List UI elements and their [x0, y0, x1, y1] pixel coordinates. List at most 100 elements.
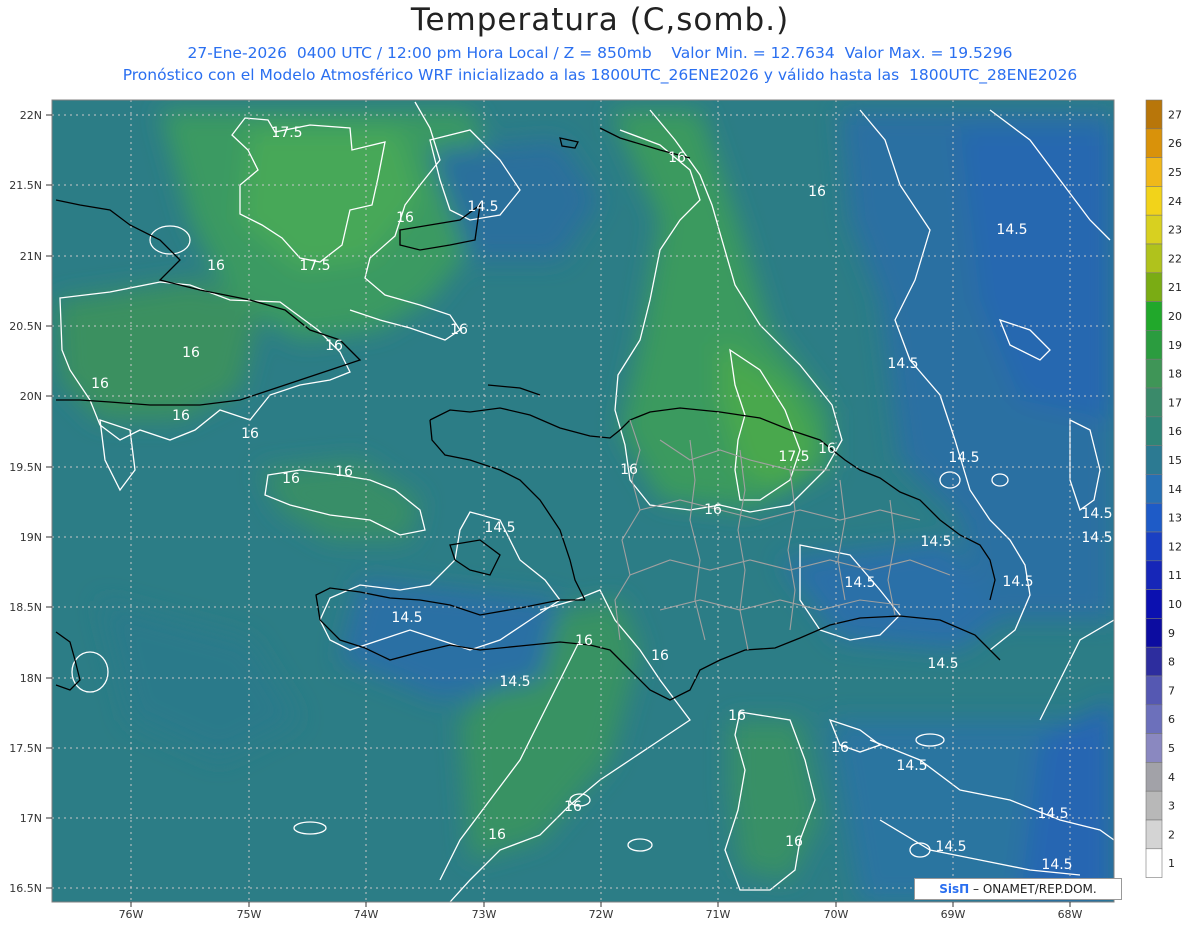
- legend-label: 6: [1168, 713, 1175, 726]
- legend-label: 3: [1168, 800, 1175, 813]
- lat-label: 20.5N: [9, 320, 42, 333]
- contour-label: 16: [785, 834, 803, 850]
- legend-swatch: [1145, 416, 1163, 446]
- lat-label: 21N: [20, 250, 42, 263]
- latitude-ticks: [46, 114, 52, 889]
- contour-label: 17.5: [299, 258, 330, 274]
- lon-label: 70W: [824, 908, 849, 921]
- contour-label: 16: [651, 648, 669, 664]
- contour-label: 16: [668, 150, 686, 166]
- legend-swatch: [1145, 330, 1163, 360]
- legend-label: 8: [1168, 656, 1175, 669]
- legend-swatch: [1145, 646, 1163, 677]
- contour-label: 14.5: [935, 839, 966, 855]
- contour-label: 14.5: [484, 520, 515, 536]
- contour-label: 16: [620, 462, 638, 478]
- legend-swatch: [1145, 531, 1163, 562]
- legend-swatch: [1145, 704, 1163, 734]
- lon-label: 76W: [119, 908, 144, 921]
- contour-label: 16: [335, 464, 353, 480]
- contour-label: 16: [282, 471, 300, 487]
- legend-label: 27: [1168, 108, 1182, 121]
- legend-label: 14: [1168, 483, 1182, 496]
- lat-label: 18.5N: [9, 601, 42, 614]
- legend-swatch: [1145, 675, 1163, 706]
- legend-swatch: [1145, 819, 1163, 850]
- contour-label: 14.5: [1002, 574, 1033, 590]
- contour-label: 16: [575, 633, 593, 649]
- legend-label: 20: [1168, 310, 1182, 323]
- legend-label: 26: [1168, 137, 1182, 150]
- legend-label: 1: [1168, 857, 1175, 870]
- contour-label: 16: [808, 184, 826, 200]
- contour-label: 16: [91, 376, 109, 392]
- legend-swatch: [1145, 848, 1163, 878]
- lat-label: 22N: [20, 109, 42, 122]
- legend-swatch: [1145, 502, 1163, 533]
- legend-swatch: [1145, 157, 1163, 187]
- legend-swatch: [1145, 358, 1163, 389]
- legend-label: 5: [1168, 742, 1175, 755]
- credit-box: SisΠ – ONAMET/REP.DOM.: [914, 878, 1122, 900]
- legend-label: 24: [1168, 195, 1182, 208]
- legend-swatch: [1145, 243, 1163, 274]
- lat-label: 20N: [20, 390, 42, 403]
- legend-label: 22: [1168, 252, 1182, 265]
- legend-swatch: [1145, 272, 1163, 302]
- contour-label: 14.5: [996, 222, 1027, 238]
- contour-label: 16: [564, 799, 582, 815]
- contour-label: 14.5: [920, 534, 951, 550]
- color-legend: 2726252423222120191817161514131211109876…: [1145, 99, 1182, 878]
- contour-label: 16: [704, 502, 722, 518]
- legend-swatch: [1145, 128, 1163, 158]
- legend-label: 10: [1168, 598, 1182, 611]
- contour-label: 16: [172, 408, 190, 424]
- contour-label: 16: [488, 827, 506, 843]
- lat-label: 17N: [20, 812, 42, 825]
- contour-label: 14.5: [896, 758, 927, 774]
- contour-label: 17.5: [778, 449, 809, 465]
- contour-label: 14.5: [927, 656, 958, 672]
- longitude-ticks: [130, 902, 1071, 907]
- lon-label: 74W: [354, 908, 379, 921]
- legend-label: 21: [1168, 281, 1182, 294]
- legend-label: 19: [1168, 339, 1182, 352]
- contour-label: 14.5: [1081, 530, 1112, 546]
- legend-label: 9: [1168, 627, 1175, 640]
- lat-label: 18N: [20, 672, 42, 685]
- legend-swatch: [1145, 301, 1163, 331]
- legend-label: 2: [1168, 828, 1175, 841]
- contour-label: 14.5: [391, 610, 422, 626]
- latitude-axis: 22N 21.5N 21N 20.5N 20N 19.5N 19N 18.5N …: [9, 109, 42, 895]
- legend-label: 23: [1168, 224, 1182, 237]
- legend-label: 18: [1168, 368, 1182, 381]
- legend-swatch: [1145, 186, 1163, 216]
- credit-text: – ONAMET/REP.DOM.: [969, 882, 1097, 896]
- contour-label: 16: [818, 441, 836, 457]
- legend-label: 17: [1168, 396, 1182, 409]
- legend-swatch: [1145, 790, 1163, 821]
- contour-label: 14.5: [1037, 806, 1068, 822]
- lat-label: 17.5N: [9, 742, 42, 755]
- contour-label: 14.5: [844, 575, 875, 591]
- contour-label: 16: [450, 322, 468, 338]
- forecast-map: 17.5 17.5 17.5 16 16 16 16 16 16 16 16 1…: [9, 99, 1182, 921]
- contour-label: 14.5: [948, 450, 979, 466]
- contour-label: 16: [396, 210, 414, 226]
- legend-label: 7: [1168, 684, 1175, 697]
- legend-swatch: [1145, 762, 1163, 792]
- legend-label: 13: [1168, 512, 1182, 525]
- lon-label: 71W: [706, 908, 731, 921]
- sispi-logo: SisΠ: [939, 882, 970, 896]
- contour-label: 16: [728, 708, 746, 724]
- lon-label: 69W: [941, 908, 966, 921]
- contour-label: 14.5: [467, 199, 498, 215]
- contour-label: 14.5: [1081, 506, 1112, 522]
- contour-label: 14.5: [1041, 857, 1072, 873]
- legend-label: 25: [1168, 166, 1182, 179]
- contour-label: 14.5: [887, 356, 918, 372]
- longitude-axis: 76W 75W 74W 73W 72W 71W 70W 69W 68W: [119, 908, 1083, 921]
- contour-label: 17.5: [271, 125, 302, 141]
- lon-label: 68W: [1058, 908, 1083, 921]
- lon-label: 72W: [589, 908, 614, 921]
